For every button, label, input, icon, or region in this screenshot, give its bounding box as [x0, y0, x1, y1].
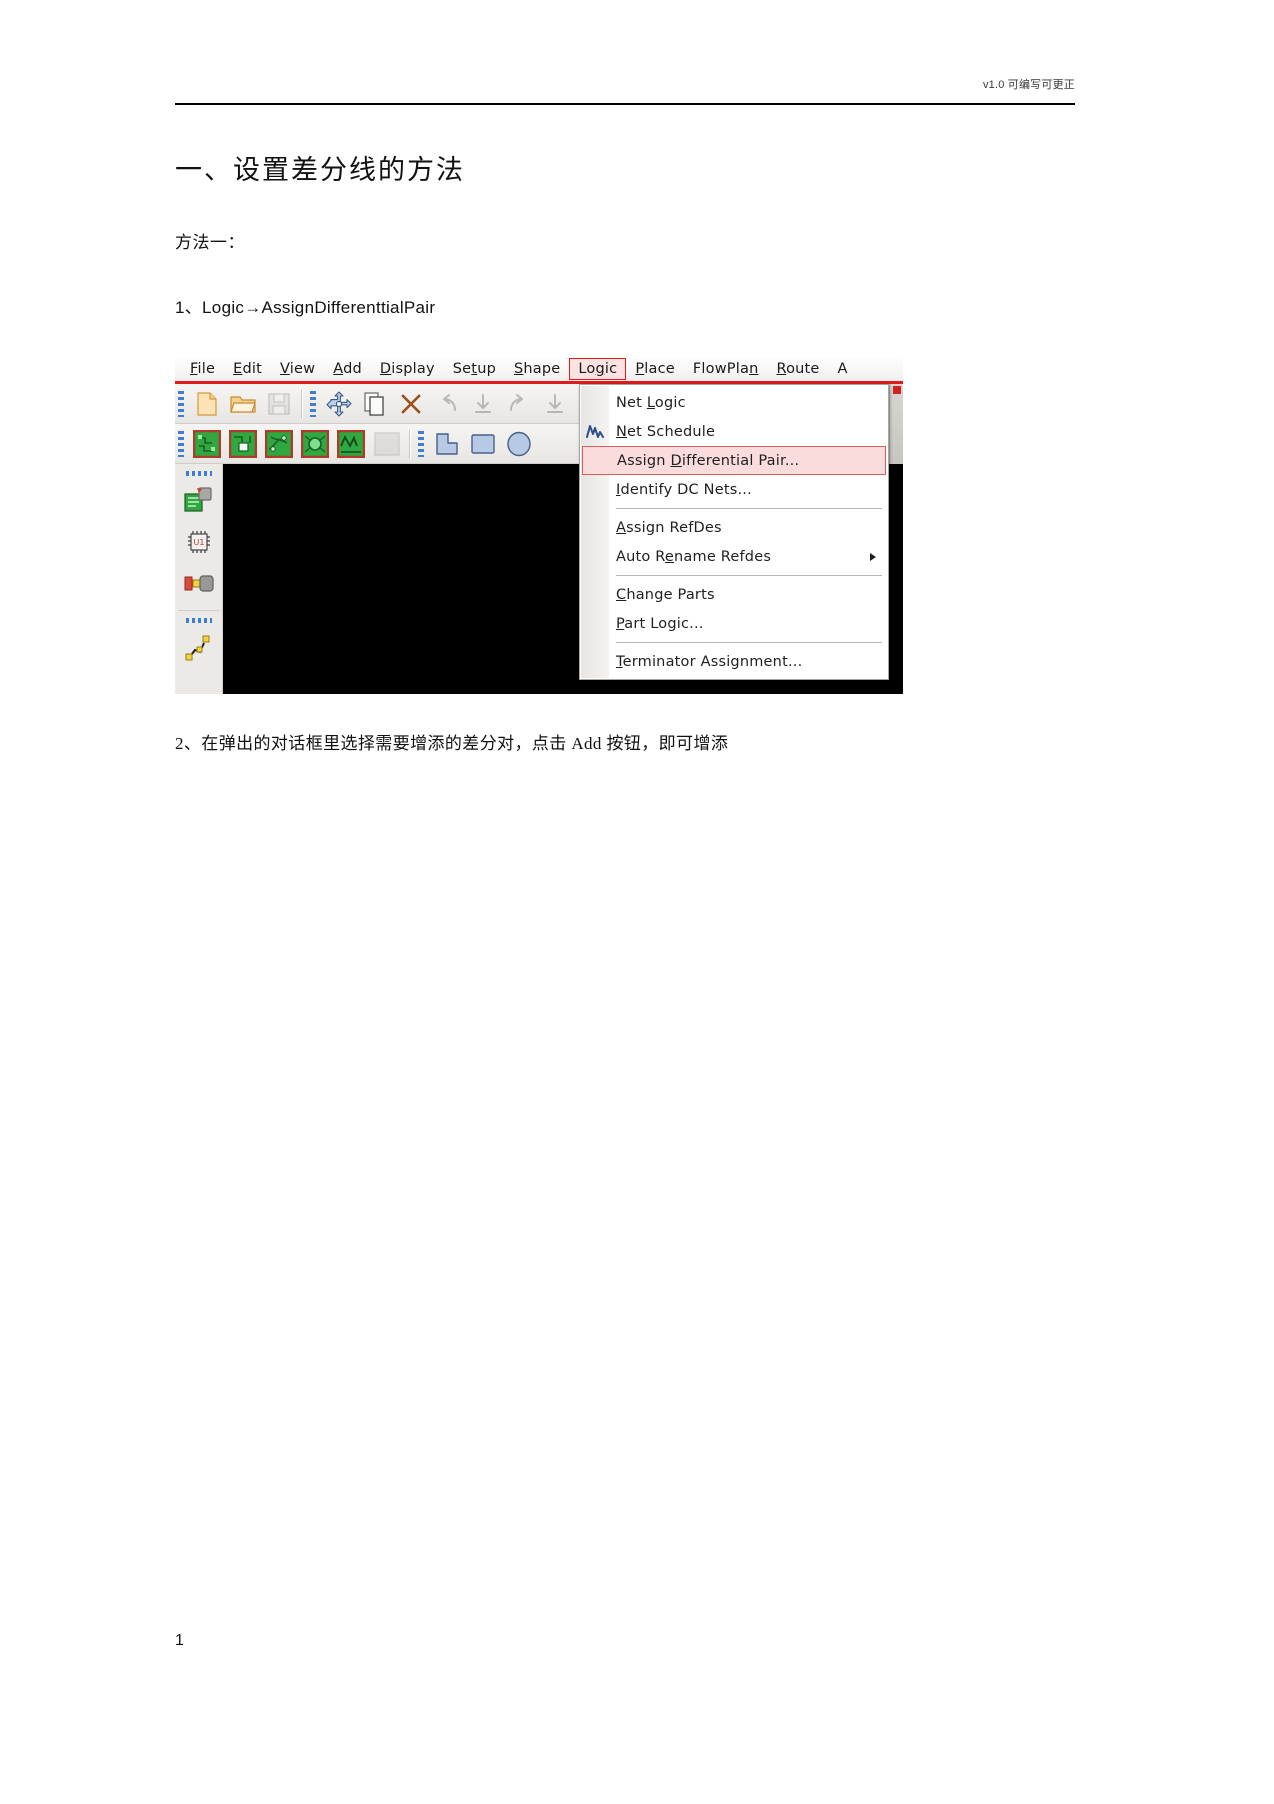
sidebar-grip[interactable]: [185, 471, 212, 476]
menubar-item-flowplan[interactable]: FlowPlan: [684, 358, 768, 380]
undo-step-icon: [466, 388, 500, 420]
menu-item-label: Change Parts: [616, 586, 715, 603]
board-ratsnest-icon[interactable]: [298, 428, 332, 460]
app-menubar: File Edit View Add Display Setup Shape Logic Pla…: [175, 357, 903, 384]
board-net-icon[interactable]: [262, 428, 296, 460]
page-number: 1: [175, 1632, 184, 1649]
menu-item-change-parts[interactable]: Change Parts: [580, 580, 888, 609]
net-schedule-icon: [585, 423, 605, 441]
menu-item-assign-differential-pair[interactable]: Assign Differential Pair...: [582, 446, 886, 475]
board-edit-icon[interactable]: [190, 428, 224, 460]
board-disabled-icon: [370, 428, 404, 460]
shape-polygon-icon[interactable]: [430, 428, 464, 460]
menubar-item-view[interactable]: View: [271, 358, 324, 380]
menu-item-net-schedule[interactable]: Net Schedule: [580, 417, 888, 446]
shape-rectangle-icon[interactable]: [466, 428, 500, 460]
copy-icon[interactable]: [358, 388, 392, 420]
new-file-icon[interactable]: [190, 388, 224, 420]
move-icon[interactable]: [322, 388, 356, 420]
step-1-text: 1、Logic→AssignDifferenttialPair: [175, 298, 436, 317]
toolbar-grip[interactable]: [310, 390, 316, 417]
menu-item-label: Auto Rename Refdes: [616, 548, 772, 565]
menubar-item-file[interactable]: File: [181, 358, 224, 380]
menu-item-identify-dc-nets[interactable]: Identify DC Nets...: [580, 475, 888, 504]
menu-item-label: Net Logic: [616, 394, 686, 411]
method-label: 方法一：: [175, 233, 245, 252]
menu-item-label: Net Schedule: [616, 423, 716, 440]
component-refdes-icon[interactable]: U1: [179, 522, 219, 562]
menu-item-net-logic[interactable]: Net Logic: [580, 388, 888, 417]
menubar-item-edit[interactable]: Edit: [224, 358, 271, 380]
undo-icon: [430, 388, 464, 420]
placement-edit-icon[interactable]: [179, 480, 219, 520]
sidebar-group-1: U1: [175, 464, 222, 611]
menubar-item-shape[interactable]: Shape: [505, 358, 569, 380]
menu-item-list: Net Logic Net Schedule Assign Differential…: [580, 388, 888, 676]
menu-item-label: Terminator Assignment...: [616, 653, 803, 670]
header-rule: [175, 103, 1075, 105]
menubar-item-a[interactable]: A: [829, 358, 857, 380]
left-sidebar: U1: [175, 464, 223, 694]
toolbar-grip[interactable]: [178, 390, 184, 417]
app-window: File Edit View Add Display Setup Shape Logic Pla…: [175, 357, 903, 694]
menu-item-terminator-assignment[interactable]: Terminator Assignment...: [580, 647, 888, 676]
menu-separator: [616, 642, 882, 643]
menubar-item-logic[interactable]: Logic: [569, 358, 627, 380]
document-page: v1.0 可编写可更正 一、设置差分线的方法 方法一： 1、Logic→Assi…: [0, 0, 1274, 1804]
delete-x-icon[interactable]: [394, 388, 428, 420]
header-version-text: v1.0 可编写可更正: [982, 79, 1075, 91]
route-path-icon[interactable]: [179, 627, 219, 667]
menu-separator: [616, 575, 882, 576]
toolbar-grip[interactable]: [418, 430, 424, 457]
page-header: v1.0 可编写可更正: [175, 76, 1075, 106]
menubar-item-display[interactable]: Display: [371, 358, 444, 380]
sidebar-group-2: [175, 611, 222, 667]
toolbar-separator: [409, 429, 411, 458]
submenu-arrow-icon: [870, 552, 876, 561]
logic-dropdown-menu: Net Logic Net Schedule Assign Differential…: [579, 384, 889, 680]
toolbar-grip[interactable]: [178, 430, 184, 457]
swap-component-icon[interactable]: [179, 564, 219, 604]
menu-item-label: Assign RefDes: [616, 519, 722, 536]
menu-item-label: Identify DC Nets...: [616, 481, 752, 498]
menu-item-part-logic[interactable]: Part Logic...: [580, 609, 888, 638]
menubar-item-route[interactable]: Route: [767, 358, 828, 380]
menu-item-label: Assign Differential Pair...: [617, 452, 800, 469]
sidebar-grip[interactable]: [185, 618, 212, 623]
menubar-item-add[interactable]: Add: [324, 358, 371, 380]
shape-circle-icon[interactable]: [502, 428, 536, 460]
close-marker-icon: [892, 386, 901, 394]
menu-item-auto-rename-refdes[interactable]: Auto Rename Refdes: [580, 542, 888, 571]
right-scroll-strip[interactable]: [889, 384, 903, 464]
redo-icon: [502, 388, 536, 420]
menu-item-label: Part Logic...: [616, 615, 704, 632]
menu-item-assign-refdes[interactable]: Assign RefDes: [580, 513, 888, 542]
page-title: 一、设置差分线的方法: [175, 155, 465, 185]
menubar-item-place[interactable]: Place: [626, 358, 684, 380]
svg-text:U1: U1: [193, 538, 204, 547]
board-pad-icon[interactable]: [226, 428, 260, 460]
menubar-item-setup[interactable]: Setup: [444, 358, 505, 380]
redo-step-icon: [538, 388, 572, 420]
step-2-text: 2、在弹出的对话框里选择需要增添的差分对，点击 Add 按钮，即可增添: [175, 734, 729, 753]
embedded-app-screenshot: File Edit View Add Display Setup Shape Logic Pla…: [175, 357, 903, 694]
toolbar-separator: [301, 389, 303, 418]
menu-separator: [616, 508, 882, 509]
board-route-icon[interactable]: [334, 428, 368, 460]
open-folder-icon[interactable]: [226, 388, 260, 420]
save-icon: [262, 388, 296, 420]
